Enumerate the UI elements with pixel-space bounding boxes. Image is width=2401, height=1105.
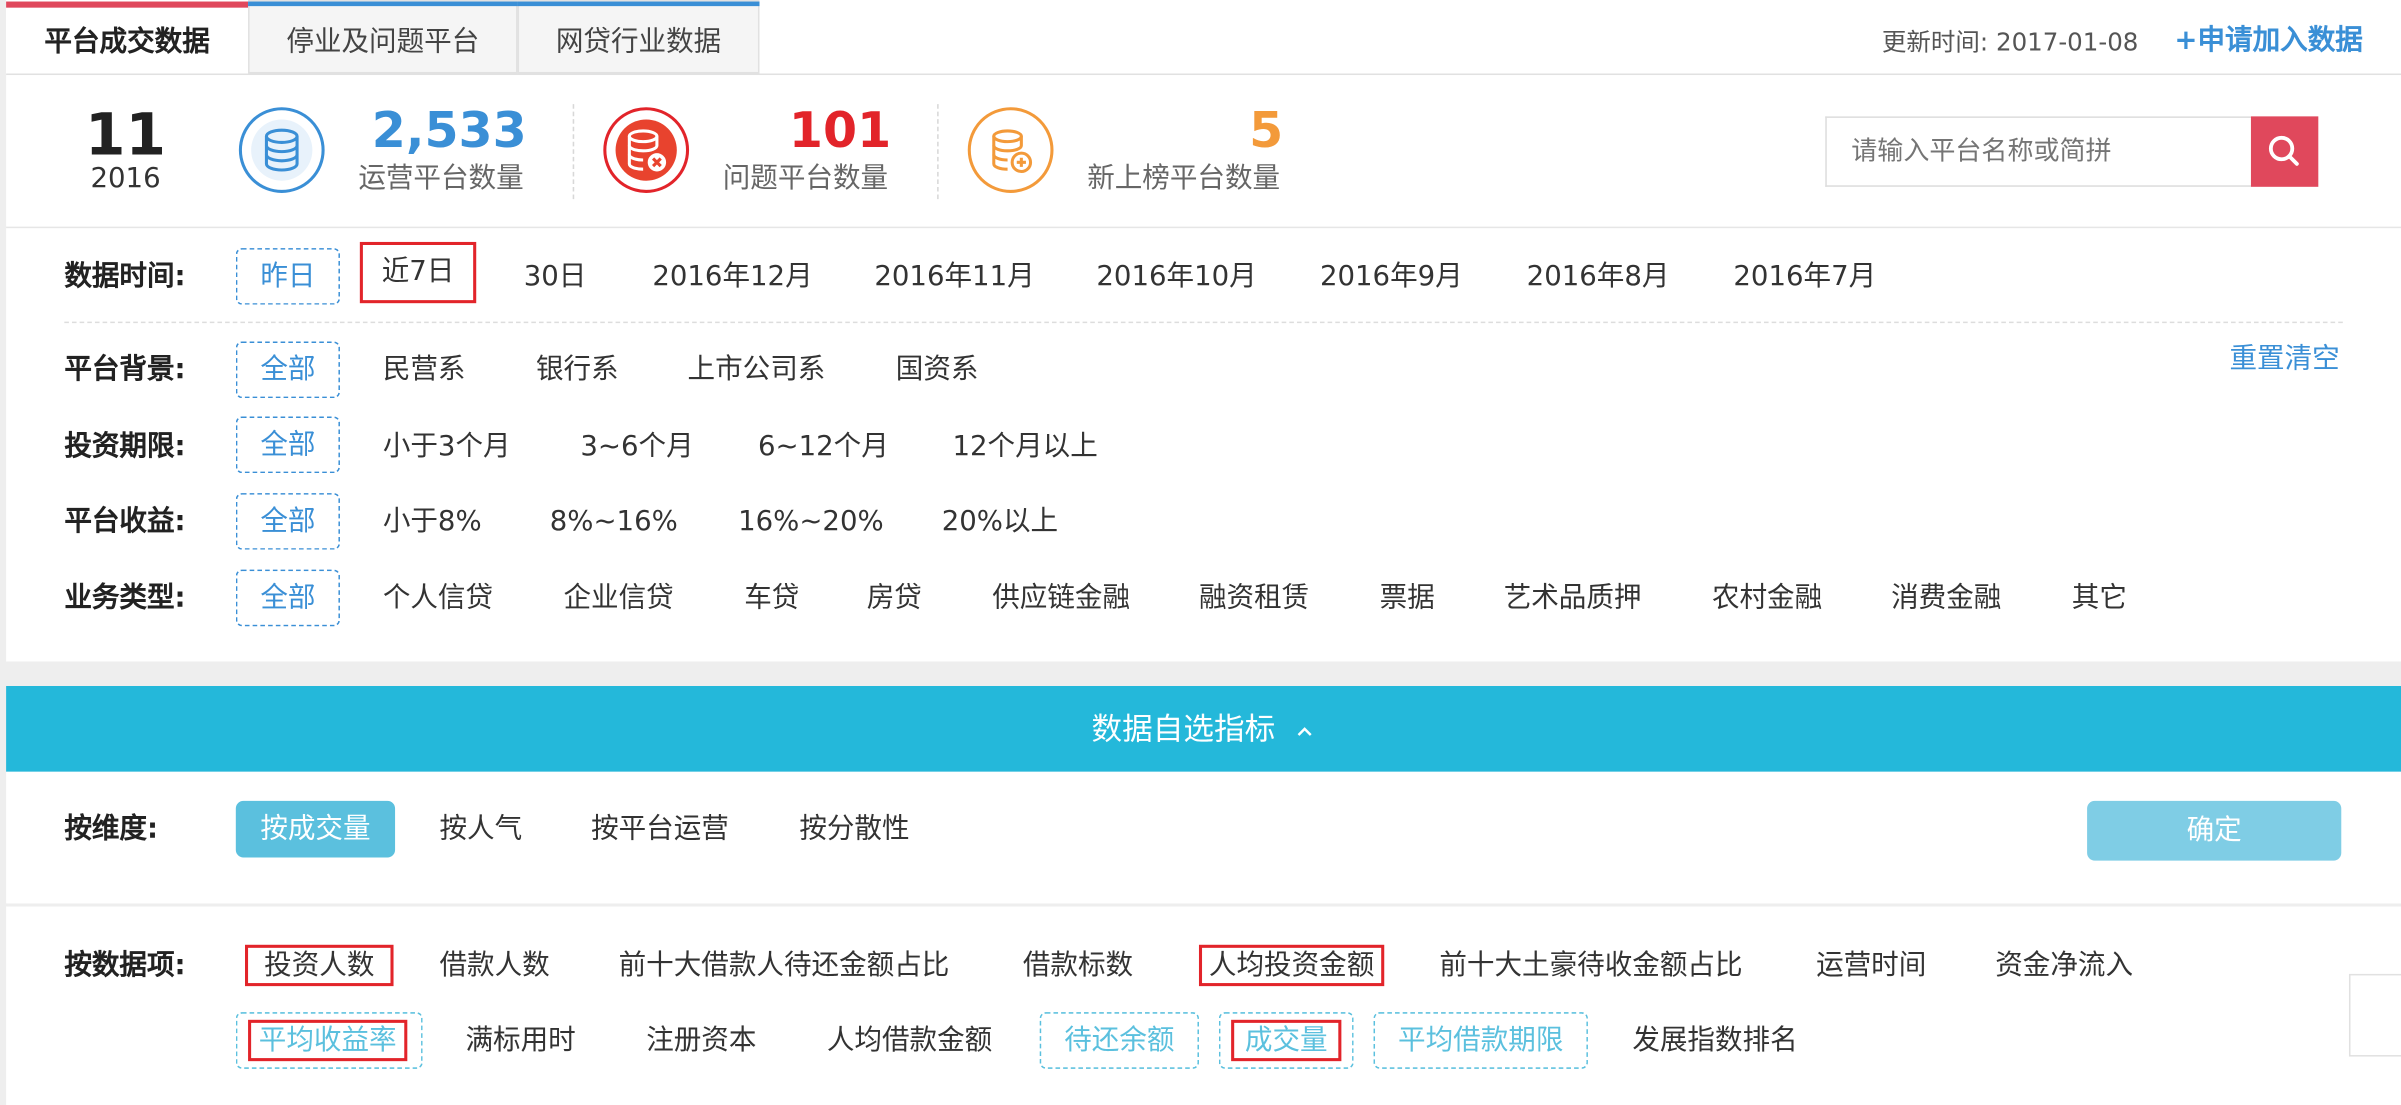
item-avg-yield[interactable]: 平均收益率 [248,1019,408,1062]
business-option-leasing[interactable]: 融资租赁 [1199,580,1309,617]
data-items-label: 按数据项: [64,949,186,982]
data-items-panel: 按数据项: 投资人数 借款人数 前十大借款人待还金额占比 借款标数 人均投资金额… [6,906,2401,1105]
item-full-time[interactable]: 满标用时 [466,1023,576,1060]
new-platform-label: 新上榜平台数量 [1087,162,1281,195]
tab-industry-data[interactable]: 网贷行业数据 [517,0,760,74]
item-dev-index-rank[interactable]: 发展指数排名 [1632,1023,1797,1060]
yield-option-16-20[interactable]: 16%~20% [738,504,884,541]
time-option-2016-11[interactable]: 2016年11月 [874,259,1034,296]
business-option-house[interactable]: 房贷 [867,580,922,617]
search-button[interactable] [2250,116,2319,187]
apply-join-link[interactable]: +申请加入数据 [2174,18,2362,58]
filter-label-yield: 平台收益: [64,505,186,538]
update-time-value: 2017-01-08 [1995,27,2139,57]
filter-label-background: 平台背景: [64,353,186,386]
yield-option-over-20[interactable]: 20%以上 [942,504,1058,541]
operating-platform-count: 2,533 [371,101,527,160]
item-borrower-count[interactable]: 借款人数 [439,948,549,985]
database-add-icon [967,107,1054,193]
reset-filters-link[interactable]: 重置清空 [2230,337,2340,377]
dimension-label: 按维度: [64,813,159,846]
problem-platform-count: 101 [788,101,892,160]
chevron-up-icon [1297,726,1312,736]
time-option-2016-8[interactable]: 2016年8月 [1527,259,1670,296]
filter-label-term: 投资期限: [64,430,186,463]
item-top10-borrower-ratio[interactable]: 前十大借款人待还金额占比 [619,948,950,985]
tab-closed-platforms[interactable]: 停业及问题平台 [248,0,518,74]
dimension-panel: 按维度: 按成交量 按人气 按平台运营 按分散性 确定 [6,771,2401,904]
business-option-other[interactable]: 其它 [2072,580,2127,617]
custom-metrics-toggle[interactable]: 数据自选指标 [6,686,2401,772]
dimension-option-popularity[interactable]: 按人气 [439,812,522,849]
business-option-rural[interactable]: 农村金融 [1712,580,1822,617]
business-option-bill[interactable]: 票据 [1380,580,1435,617]
confirm-button[interactable]: 确定 [2087,800,2342,861]
dimension-option-operation[interactable]: 按平台运营 [591,812,729,849]
filter-label-time: 数据时间: [64,260,186,293]
item-loan-count[interactable]: 借款标数 [1023,948,1133,985]
item-registered-capital[interactable]: 注册资本 [646,1023,756,1060]
term-option-3-6m[interactable]: 3~6个月 [580,429,693,466]
business-option-art-pledge[interactable]: 艺术品质押 [1504,580,1642,617]
summary-panel: 平台成交数据 停业及问题平台 网贷行业数据 更新时间: 2017-01-08 +… [6,0,2401,662]
business-option-enterprise[interactable]: 企业信贷 [564,580,674,617]
search-icon [2268,135,2299,166]
background-option-private[interactable]: 民营系 [383,352,466,389]
item-operation-time[interactable]: 运营时间 [1816,948,1926,985]
database-error-icon [603,107,690,193]
term-option-all[interactable]: 全部 [235,416,340,474]
new-platform-count: 5 [1249,101,1284,160]
business-option-car[interactable]: 车贷 [744,580,799,617]
yield-option-8-16[interactable]: 8%~16% [550,504,678,541]
search-input[interactable] [1825,116,2251,187]
date-year: 2016 [90,162,161,195]
item-net-inflow[interactable]: 资金净流入 [1995,948,2133,985]
database-icon [238,107,325,193]
item-top10-investor-ratio[interactable]: 前十大土豪待收金额占比 [1439,948,1742,985]
term-option-under-3m[interactable]: 小于3个月 [383,429,511,466]
yield-option-under-8[interactable]: 小于8% [383,504,482,541]
item-investor-count[interactable]: 投资人数 [245,944,394,987]
date-day: 11 [85,101,167,169]
custom-metrics-title: 数据自选指标 [1091,710,1276,748]
item-avg-loan-term[interactable]: 平均借款期限 [1373,1012,1588,1069]
problem-platform-label: 问题平台数量 [722,162,889,195]
time-option-yesterday[interactable]: 昨日 [235,248,340,305]
time-option-30days[interactable]: 30日 [524,259,587,296]
background-option-all[interactable]: 全部 [235,341,340,399]
dimension-option-volume[interactable]: 按成交量 [235,800,396,858]
time-option-7days[interactable]: 近7日 [359,241,477,304]
background-option-listed[interactable]: 上市公司系 [688,352,826,389]
item-pending-balance[interactable]: 待还余额 [1039,1012,1199,1069]
update-time: 更新时间: 2017-01-08 [1882,21,2138,58]
business-option-all[interactable]: 全部 [235,569,340,627]
time-option-2016-10[interactable]: 2016年10月 [1096,259,1256,296]
business-option-personal[interactable]: 个人信贷 [383,580,493,617]
yield-option-all[interactable]: 全部 [235,493,340,550]
side-float-widget[interactable] [2348,973,2401,1057]
time-option-2016-9[interactable]: 2016年9月 [1320,259,1463,296]
background-option-bank[interactable]: 银行系 [536,352,619,389]
filter-label-business: 业务类型: [64,581,186,615]
business-option-consumer[interactable]: 消费金融 [1891,580,2001,617]
dimension-option-dispersion[interactable]: 按分散性 [799,812,909,849]
business-option-supply-chain[interactable]: 供应链金融 [992,580,1130,617]
operating-platform-label: 运营平台数量 [358,162,524,195]
item-volume[interactable]: 成交量 [1231,1019,1342,1062]
item-avg-loan[interactable]: 人均借款金额 [827,1023,992,1060]
update-time-label: 更新时间: [1881,27,1989,57]
term-option-over-12m[interactable]: 12个月以上 [952,429,1097,466]
time-option-2016-12[interactable]: 2016年12月 [652,259,812,296]
term-option-6-12m[interactable]: 6~12个月 [758,429,889,466]
item-avg-investment[interactable]: 人均投资金额 [1198,944,1385,987]
background-option-state[interactable]: 国资系 [896,352,979,389]
time-option-2016-7[interactable]: 2016年7月 [1733,259,1876,296]
tab-platform-trade-data[interactable]: 平台成交数据 [6,0,249,74]
